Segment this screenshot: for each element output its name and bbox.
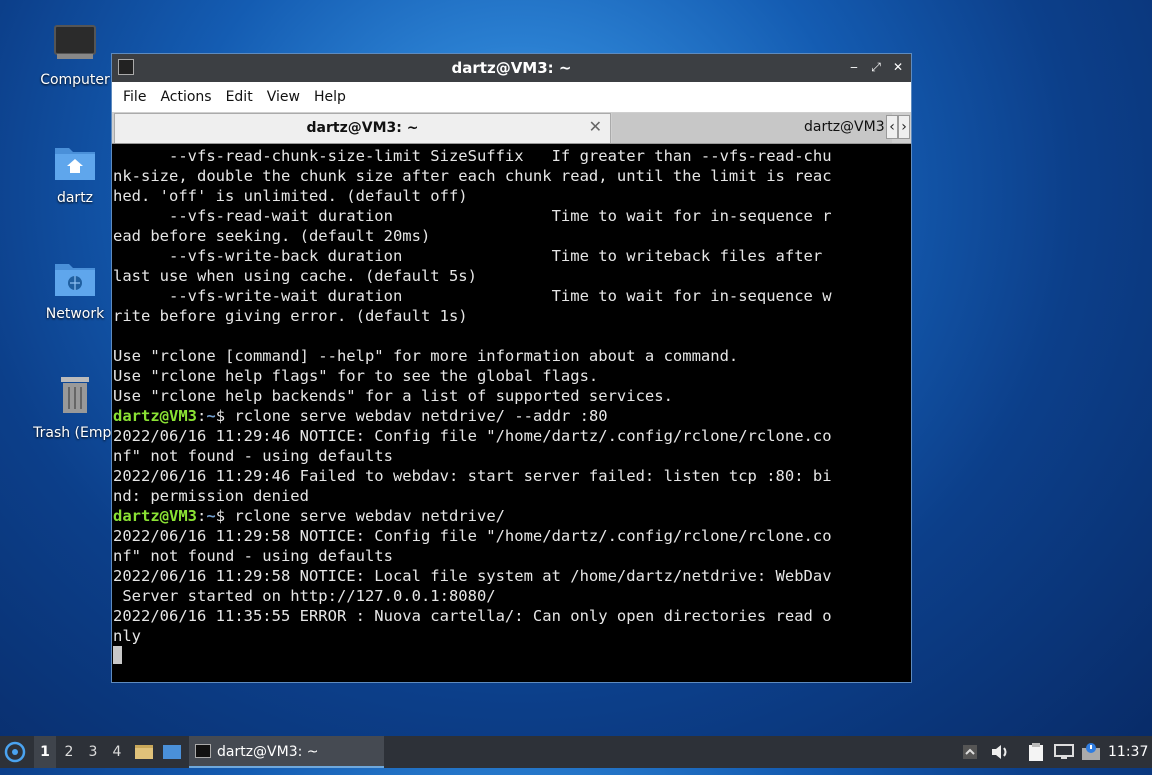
terminal-line: rite before giving error. (default 1s) xyxy=(113,307,468,325)
tab-label: dartz@VM3: ~ xyxy=(804,119,884,135)
menu-file[interactable]: File xyxy=(116,89,153,105)
desktop-icon-label: Trash (Empt xyxy=(33,425,117,441)
prompt-symbol: $ xyxy=(215,407,226,425)
clipboard-icon xyxy=(1029,743,1043,761)
chevron-up-icon xyxy=(963,745,977,759)
volume-button[interactable] xyxy=(990,736,1012,768)
task-label: dartz@VM3: ~ xyxy=(217,744,319,760)
terminal-line: Server started on http://127.0.0.1:8080/ xyxy=(113,587,496,605)
window-titlebar[interactable]: dartz@VM3: ~ ‒ ⤢ ✕ xyxy=(112,54,911,82)
terminal-line: ead before seeking. (default 20ms) xyxy=(113,227,431,245)
taskbar: 1 2 3 4 dartz@VM3: ~ 11:37 xyxy=(0,736,1152,768)
terminal-line: nd: permission denied xyxy=(113,487,309,505)
home-folder-icon xyxy=(55,148,95,180)
minimize-button[interactable]: ‒ xyxy=(845,58,863,76)
update-notifier-icon xyxy=(1082,743,1100,760)
tab-scroll-left-button[interactable]: ‹ xyxy=(886,115,898,139)
tray-expand-button[interactable] xyxy=(962,736,980,768)
terminal-line: 2022/06/16 11:29:46 NOTICE: Config file … xyxy=(113,427,832,445)
workspace-3[interactable]: 3 xyxy=(82,736,104,768)
terminal-line: nf" not found - using defaults xyxy=(113,447,393,465)
file-manager-launcher[interactable] xyxy=(134,736,156,768)
network-status-button[interactable] xyxy=(1054,736,1076,768)
workspace-2[interactable]: 2 xyxy=(58,736,80,768)
tab-bar: dartz@VM3: ~ ✕ dartz@VM3: ~ ‹ › xyxy=(112,112,911,144)
menu-view[interactable]: View xyxy=(260,89,307,105)
menu-actions[interactable]: Actions xyxy=(153,89,218,105)
network-folder-icon xyxy=(55,264,95,296)
terminal-line: 2022/06/16 11:29:46 Failed to webdav: st… xyxy=(113,467,832,485)
prompt-user: dartz@VM3 xyxy=(113,407,197,425)
terminal-line: --vfs-read-chunk-size-limit SizeSuffix I… xyxy=(113,147,832,165)
trash-icon xyxy=(61,377,89,413)
terminal-line: Use "rclone help flags" for to see the g… xyxy=(113,367,599,385)
terminal-prompt-line: dartz@VM3:~$ rclone serve webdav netdriv… xyxy=(113,506,909,526)
desktop-icon-network[interactable]: Network xyxy=(25,258,125,322)
terminal-line: nly xyxy=(113,627,141,645)
file-manager-icon xyxy=(135,745,153,759)
close-button[interactable]: ✕ xyxy=(889,58,907,76)
maximize-button[interactable]: ⤢ xyxy=(867,58,885,76)
terminal-line: --vfs-read-wait duration Time to wait fo… xyxy=(113,207,832,225)
app-menu-button[interactable] xyxy=(4,736,28,768)
workspace-1[interactable]: 1 xyxy=(34,736,56,768)
terminal-line: Use "rclone help backends" for a list of… xyxy=(113,387,673,405)
command-text: rclone serve webdav netdrive/ xyxy=(225,507,505,525)
command-text: rclone serve webdav netdrive/ --addr :80 xyxy=(225,407,608,425)
desktop-icon-trash[interactable]: Trash (Empt xyxy=(25,373,125,441)
prompt-separator: : xyxy=(197,507,207,525)
desktop-icon-computer[interactable]: Computer xyxy=(25,24,125,88)
speaker-icon xyxy=(992,745,1007,759)
menu-edit[interactable]: Edit xyxy=(219,89,260,105)
terminal-output[interactable]: --vfs-read-chunk-size-limit SizeSuffix I… xyxy=(113,146,909,681)
clock[interactable]: 11:37 xyxy=(1108,736,1148,768)
prompt-user: dartz@VM3 xyxy=(113,507,197,525)
terminal-line: 2022/06/16 11:29:58 NOTICE: Local file s… xyxy=(113,567,832,585)
terminal-line: last use when using cache. (default 5s) xyxy=(113,267,477,285)
terminal-icon xyxy=(195,744,211,758)
prompt-separator: : xyxy=(197,407,207,425)
terminal-cursor-line xyxy=(113,646,909,666)
desktop-icon xyxy=(163,745,181,759)
show-desktop-button[interactable] xyxy=(162,736,184,768)
desktop-icon-label: dartz xyxy=(56,190,94,206)
prompt-symbol: $ xyxy=(215,507,226,525)
tab-active[interactable]: dartz@VM3: ~ ✕ xyxy=(114,113,611,143)
terminal-line: nk-size, double the chunk size after eac… xyxy=(113,167,832,185)
terminal-line: hed. 'off' is unlimited. (default off) xyxy=(113,187,468,205)
desktop-icon-label: Computer xyxy=(40,72,110,88)
tab-scroll-right-button[interactable]: › xyxy=(898,115,910,139)
text-cursor xyxy=(113,646,122,664)
tab-label: dartz@VM3: ~ xyxy=(306,120,419,136)
window-title: dartz@VM3: ~ xyxy=(451,59,572,77)
network-icon xyxy=(1054,744,1074,759)
menu-help[interactable]: Help xyxy=(307,89,353,105)
terminal-line: Use "rclone [command] --help" for more i… xyxy=(113,347,739,365)
notification-button[interactable] xyxy=(1080,736,1102,768)
lubuntu-logo-icon xyxy=(4,741,26,763)
terminal-prompt-line: dartz@VM3:~$ rclone serve webdav netdriv… xyxy=(113,406,909,426)
menu-bar: File Actions Edit View Help xyxy=(112,82,911,112)
terminal-line: --vfs-write-back duration Time to writeb… xyxy=(113,247,823,265)
clipboard-button[interactable] xyxy=(1026,736,1048,768)
workspace-4[interactable]: 4 xyxy=(106,736,128,768)
desktop-icon-dartz[interactable]: dartz xyxy=(25,142,125,206)
monitor-icon xyxy=(54,25,96,59)
desktop-icon-label: Network xyxy=(45,306,105,322)
terminal-line: --vfs-write-wait duration Time to wait f… xyxy=(113,287,832,305)
prompt-path: ~ xyxy=(206,507,216,525)
terminal-line: nf" not found - using defaults xyxy=(113,547,393,565)
tab-inactive[interactable]: dartz@VM3: ~ xyxy=(612,113,892,143)
terminal-line: 2022/06/16 11:35:55 ERROR : Nuova cartel… xyxy=(113,607,832,625)
prompt-path: ~ xyxy=(206,407,216,425)
taskbar-task-terminal[interactable]: dartz@VM3: ~ xyxy=(189,736,384,768)
terminal-line: 2022/06/16 11:29:58 NOTICE: Config file … xyxy=(113,527,832,545)
tab-close-button[interactable]: ✕ xyxy=(589,117,602,136)
